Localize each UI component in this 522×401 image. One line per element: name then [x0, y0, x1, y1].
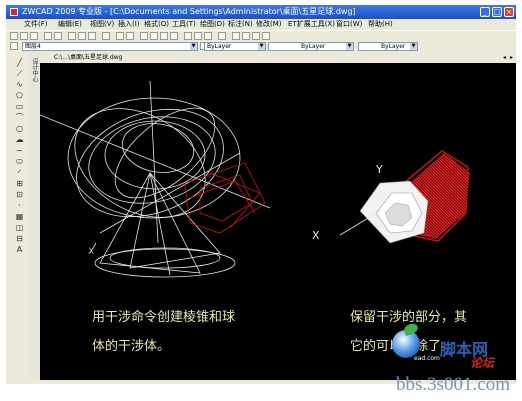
- cut-icon[interactable]: [68, 32, 76, 40]
- linetype-dropdown-value: ByLayer: [301, 43, 326, 50]
- drawing-svg: [40, 80, 470, 278]
- insert-block-icon[interactable]: ⊞: [15, 179, 24, 188]
- axis-y-label: Y: [376, 163, 383, 176]
- copy-icon[interactable]: [78, 32, 86, 40]
- caption-right-line1: 保留干涉的部分，其: [350, 310, 468, 325]
- color-dropdown[interactable]: ByLayer ▼: [204, 42, 266, 51]
- scroll-left-icon[interactable]: ◂: [503, 52, 506, 63]
- table-icon[interactable]: ⊟: [15, 234, 24, 243]
- minimize-button[interactable]: _: [480, 7, 490, 17]
- caption-left-line2: 体的干涉体。: [92, 339, 171, 354]
- lineweight-dropdown-value: ByLayer: [381, 43, 406, 50]
- maximize-button[interactable]: □: [492, 7, 502, 17]
- menu-et-tools[interactable]: ET扩展工具(X): [288, 19, 335, 30]
- menu-edit[interactable]: 编辑(E): [58, 19, 82, 30]
- app-icon: [10, 8, 18, 16]
- dim-style-icon[interactable]: [262, 32, 270, 40]
- ellipse-icon[interactable]: ⬭: [15, 157, 24, 166]
- document-tab-bar: C:\...\桌面\五星足球.dwg ◂ ▸: [40, 52, 516, 63]
- line-icon[interactable]: ╱: [15, 58, 24, 67]
- make-block-icon[interactable]: ⊡: [15, 190, 24, 199]
- new-file-icon[interactable]: [10, 32, 18, 40]
- menu-view[interactable]: 视图(V): [90, 19, 114, 30]
- drawing-canvas[interactable]: 用干涉命令创建棱锥和球 体的干涉体。 保留干涉的部分，其 它的可以删除了。 Y …: [40, 63, 516, 380]
- menu-format[interactable]: 格式(O): [144, 19, 169, 30]
- design-center-icon[interactable]: [194, 32, 202, 40]
- zoom-realtime-icon[interactable]: [150, 32, 158, 40]
- axis-x-label-left: X: [88, 247, 95, 257]
- window-title: ZWCAD 2009 专业版 - [C:\Documents and Setti…: [22, 7, 356, 16]
- layer-dropdown[interactable]: 图层4 ▼: [22, 42, 198, 51]
- properties-icon[interactable]: [184, 32, 192, 40]
- linetype-dropdown[interactable]: ByLayer ▼: [268, 42, 354, 51]
- title-bar: ZWCAD 2009 专业版 - [C:\Documents and Setti…: [6, 5, 516, 19]
- construction-line-icon[interactable]: ⟋: [15, 69, 24, 78]
- match-properties-icon[interactable]: [102, 32, 110, 40]
- style-icon[interactable]: [242, 32, 250, 40]
- chevron-down-icon: ▼: [346, 43, 353, 50]
- redo-icon[interactable]: [126, 32, 134, 40]
- point-icon[interactable]: ·: [15, 201, 24, 210]
- circle-icon[interactable]: ○: [15, 124, 24, 133]
- print-preview-icon[interactable]: [54, 32, 62, 40]
- tool-palette-icon[interactable]: [204, 32, 212, 40]
- region-icon[interactable]: ◫: [15, 223, 24, 232]
- menu-dimension[interactable]: 标注(N): [228, 19, 253, 30]
- cloud-icon[interactable]: ☁: [15, 135, 24, 144]
- menu-draw[interactable]: 绘图(D): [200, 19, 225, 30]
- close-button[interactable]: ×: [504, 7, 514, 17]
- rectangle-icon[interactable]: ▭: [15, 102, 24, 111]
- design-center-label: 设计中心: [31, 58, 38, 82]
- undo-icon[interactable]: [116, 32, 124, 40]
- axis-x-label: X: [312, 229, 320, 242]
- caption-left-line1: 用干涉命令创建棱锥和球: [92, 310, 236, 325]
- wireframe-model: [40, 80, 271, 278]
- menu-insert[interactable]: 插入(I): [118, 19, 140, 30]
- zoom-previous-icon[interactable]: [170, 32, 178, 40]
- menu-file[interactable]: 文件(F): [24, 19, 48, 30]
- save-file-icon[interactable]: [30, 32, 38, 40]
- cone-wire: [99, 172, 201, 274]
- spline-icon[interactable]: ~: [15, 146, 24, 155]
- menu-modify[interactable]: 修改(M): [256, 19, 282, 30]
- arc-icon[interactable]: ⌒: [15, 113, 24, 122]
- zoom-window-icon[interactable]: [160, 32, 168, 40]
- chevron-down-icon: ▼: [258, 43, 265, 50]
- hatch-icon[interactable]: ▦: [15, 212, 24, 221]
- document-path[interactable]: C:\...\桌面\五星足球.dwg: [54, 52, 122, 63]
- ellipse-arc-icon[interactable]: ◜: [15, 168, 24, 177]
- print-icon[interactable]: [44, 32, 52, 40]
- paste-icon[interactable]: [88, 32, 96, 40]
- layer-manager-icon[interactable]: [232, 32, 240, 40]
- layer-dropdown-value: 图层4: [25, 43, 41, 50]
- watermark-forum: 论坛: [470, 356, 495, 370]
- chevron-down-icon: ▼: [190, 43, 197, 50]
- color-dropdown-value: ByLayer: [207, 43, 232, 50]
- menu-tools[interactable]: 工具(T): [172, 19, 196, 30]
- menu-bar: 文件(F) 编辑(E) 视图(V) 插入(I) 格式(O) 工具(T) 绘图(D…: [6, 19, 516, 30]
- watermark-small: ead.com: [414, 355, 440, 362]
- polyline-icon[interactable]: ∿: [15, 80, 24, 89]
- menu-window[interactable]: 窗口(W): [336, 19, 362, 30]
- open-file-icon[interactable]: [20, 32, 28, 40]
- mtext-icon[interactable]: A: [15, 245, 24, 254]
- watermark-url: bbs.3s001.com: [396, 374, 510, 395]
- scroll-right-icon[interactable]: ▸: [510, 52, 513, 63]
- help-icon[interactable]: [218, 32, 226, 40]
- text-style-icon[interactable]: [252, 32, 260, 40]
- polygon-icon[interactable]: ⬠: [15, 91, 24, 100]
- pan-icon[interactable]: [140, 32, 148, 40]
- layer-state-icon[interactable]: [10, 42, 18, 50]
- menu-help[interactable]: 帮助(H): [368, 19, 393, 30]
- chevron-down-icon: ▼: [410, 43, 417, 50]
- lineweight-dropdown[interactable]: ByLayer ▼: [358, 42, 418, 51]
